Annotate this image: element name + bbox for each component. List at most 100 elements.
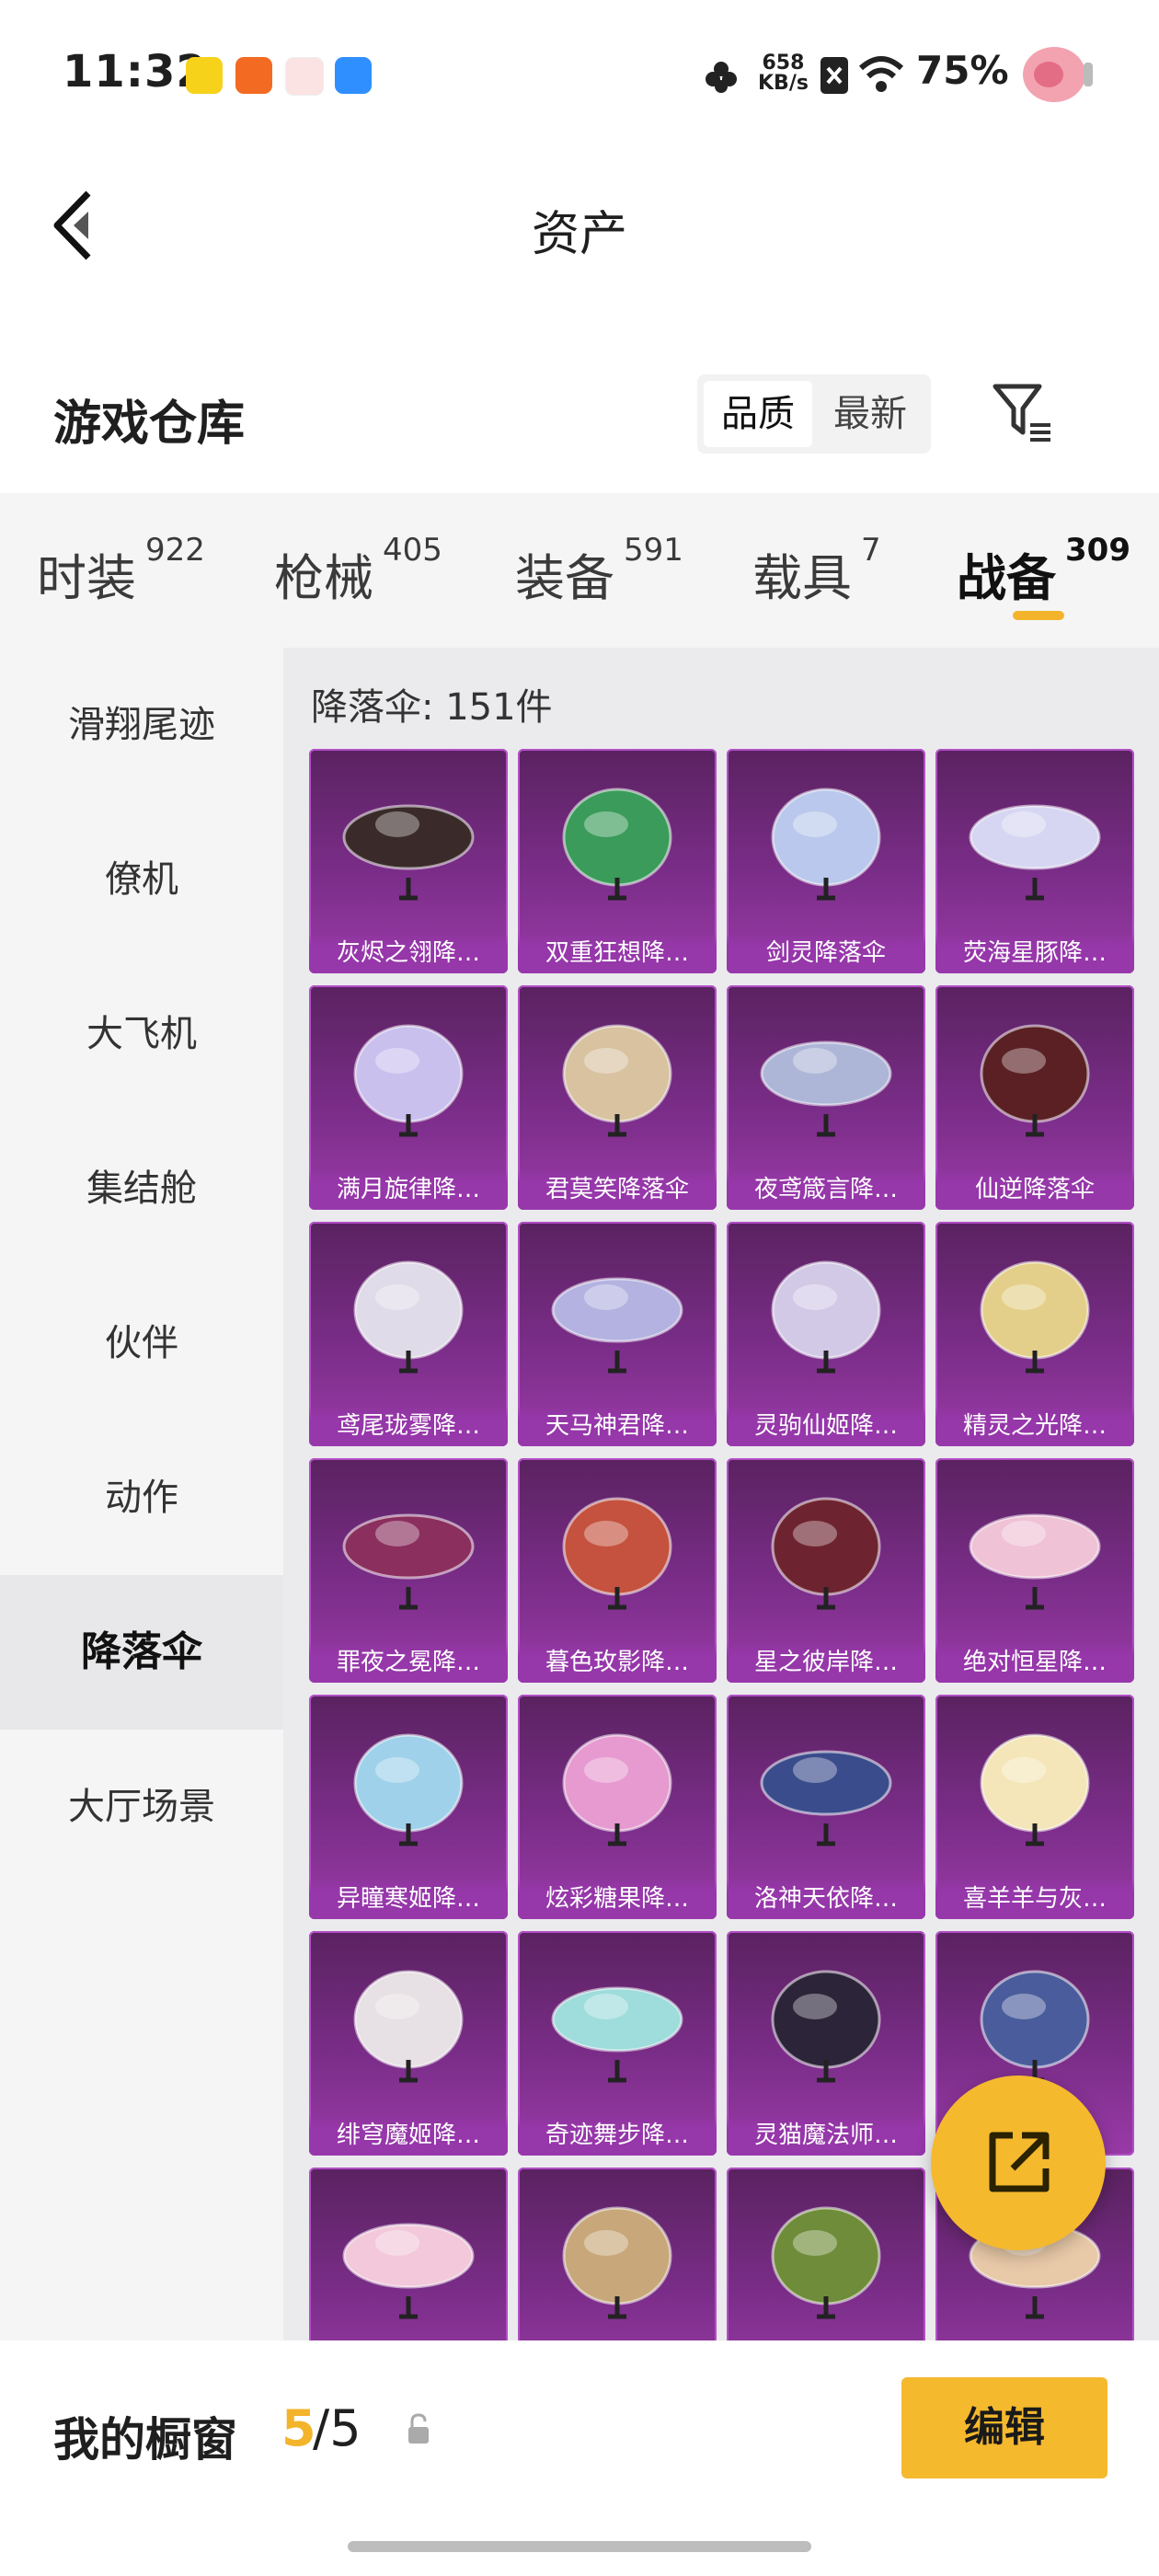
sidebar-item-parachute[interactable]: 降落伞 <box>0 1575 283 1730</box>
item-count: 降落伞: 151件 <box>311 686 553 729</box>
category-tabs: 时装 922 枪械 405 装备 591 载具 7 战备 309 <box>0 493 1159 648</box>
parachute-card[interactable]: 精灵之光降… <box>935 1222 1134 1446</box>
tab-count: 405 <box>383 532 442 569</box>
parachute-name: 绯穹魔姬降… <box>309 2115 508 2156</box>
network-speed-value: 658 <box>762 52 805 75</box>
parachute-card[interactable]: 绝对恒星降… <box>935 1458 1134 1683</box>
parachute-card[interactable]: 灵猫魔法师… <box>727 1931 925 2156</box>
notification-app-icon <box>335 57 372 94</box>
parachute-image <box>980 1260 1090 1374</box>
parachute-image <box>562 788 672 901</box>
tab-fashion[interactable]: 时装 922 <box>37 532 205 610</box>
parachute-name: 炫彩糖果降… <box>518 1879 717 1919</box>
sidebar-item-emote[interactable]: 动作 <box>0 1420 283 1575</box>
tab-count: 7 <box>861 532 881 569</box>
tab-count: 591 <box>624 532 683 569</box>
sidebar-item-lobby-scene[interactable]: 大厅场景 <box>0 1730 283 1884</box>
parachute-card[interactable] <box>518 2168 717 2340</box>
tab-guns[interactable]: 枪械 405 <box>274 532 442 610</box>
sidebar-item-wingman[interactable]: 僚机 <box>0 802 283 957</box>
tab-count: 309 <box>1065 532 1130 569</box>
parachute-image <box>551 1277 683 1374</box>
parachute-image <box>771 1260 881 1374</box>
parachute-name: 仙逆降落伞 <box>935 1169 1134 1210</box>
parachute-name: 罪夜之冕降… <box>309 1642 508 1683</box>
tab-label: 枪械 <box>274 549 373 607</box>
parachute-name: 星之彼岸降… <box>727 1642 925 1683</box>
no-sim-icon <box>820 57 848 94</box>
parachute-image <box>353 1970 464 2083</box>
parachute-name: 灰烬之翎降… <box>309 933 508 973</box>
filter-icon[interactable] <box>990 379 1054 443</box>
sidebar-item-big-plane[interactable]: 大飞机 <box>0 957 283 1111</box>
sidebar-item-companion[interactable]: 伙伴 <box>0 1266 283 1420</box>
parachute-card[interactable]: 剑灵降落伞 <box>727 749 925 973</box>
parachute-card[interactable] <box>727 2168 925 2340</box>
battery-icon <box>1023 47 1093 102</box>
parachute-image <box>562 1024 672 1137</box>
parachute-card[interactable]: 仙逆降落伞 <box>935 985 1134 1210</box>
parachute-image <box>969 804 1101 901</box>
parachute-image <box>353 1260 464 1374</box>
parachute-card[interactable]: 异瞳寒姬降… <box>309 1695 508 1919</box>
parachute-name: 奇迹舞步降… <box>518 2115 717 2156</box>
parachute-card[interactable]: 双重狂想降… <box>518 749 717 973</box>
parachute-name: 灵猫魔法师… <box>727 2115 925 2156</box>
parachute-card[interactable] <box>309 2168 508 2340</box>
parachute-card[interactable]: 喜羊羊与灰… <box>935 1695 1134 1919</box>
sidebar-item-rally-pod[interactable]: 集结舱 <box>0 1111 283 1266</box>
parachute-name: 天马神君降… <box>518 1406 717 1446</box>
tab-equipment[interactable]: 装备 591 <box>515 532 683 610</box>
tab-vehicles[interactable]: 载具 7 <box>752 532 881 610</box>
parachute-card[interactable]: 奇迹舞步降… <box>518 1931 717 2156</box>
parachute-card[interactable]: 洛神天依降… <box>727 1695 925 1919</box>
parachute-card[interactable]: 满月旋律降… <box>309 985 508 1210</box>
parachute-name: 鸢尾珑雾降… <box>309 1406 508 1446</box>
parachute-image <box>771 788 881 901</box>
warehouse-title: 游戏仓库 <box>53 397 246 452</box>
parachute-name: 喜羊羊与灰… <box>935 1879 1134 1919</box>
edit-button[interactable]: 编辑 <box>901 2377 1107 2478</box>
parachute-card[interactable]: 罪夜之冕降… <box>309 1458 508 1683</box>
parachute-card[interactable]: 君莫笑降落伞 <box>518 985 717 1210</box>
home-indicator[interactable] <box>348 2541 811 2552</box>
share-button[interactable] <box>931 2076 1106 2250</box>
parachute-card[interactable]: 绯穹魔姬降… <box>309 1931 508 2156</box>
parachute-name: 精灵之光降… <box>935 1406 1134 1446</box>
parachute-image <box>353 1024 464 1137</box>
tab-count: 922 <box>145 532 205 569</box>
parachute-card[interactable]: 鸢尾珑雾降… <box>309 1222 508 1446</box>
page-title: 资产 <box>531 207 627 262</box>
parachute-name: 灵驹仙姬降… <box>727 1406 925 1446</box>
sidebar-item-glide-trail[interactable]: 滑翔尾迹 <box>0 648 283 802</box>
sort-toggle: 品质 最新 <box>697 374 931 454</box>
parachute-card[interactable]: 灵驹仙姬降… <box>727 1222 925 1446</box>
parachute-name: 剑灵降落伞 <box>727 933 925 973</box>
tab-battle-prep[interactable]: 战备 309 <box>957 532 1130 610</box>
parachute-name: 洛神天依降… <box>727 1879 925 1919</box>
parachute-name: 荧海星豚降… <box>935 933 1134 973</box>
parachute-name: 夜鸢箴言降… <box>727 1169 925 1210</box>
showcase-title: 我的橱窗 <box>53 2413 237 2467</box>
parachute-card[interactable]: 星之彼岸降… <box>727 1458 925 1683</box>
tab-label: 时装 <box>37 549 136 607</box>
sort-option-latest[interactable]: 最新 <box>816 381 924 447</box>
notification-app-icon <box>285 57 324 96</box>
parachute-card[interactable]: 天马神君降… <box>518 1222 717 1446</box>
parachute-image <box>562 1497 672 1610</box>
parachute-card[interactable]: 荧海星豚降… <box>935 749 1134 973</box>
parachute-image <box>771 1497 881 1610</box>
flower-status-icon <box>706 62 737 93</box>
parachute-image <box>980 1733 1090 1846</box>
sort-option-quality[interactable]: 品质 <box>704 381 812 447</box>
parachute-card[interactable]: 暮色玫影降… <box>518 1458 717 1683</box>
parachute-image <box>980 1970 1090 2083</box>
parachute-card[interactable]: 炫彩糖果降… <box>518 1695 717 1919</box>
sidebar: 滑翔尾迹 僚机 大飞机 集结舱 伙伴 动作 降落伞 大厅场景 <box>0 648 283 2340</box>
showcase-used-count: 5 <box>281 2399 316 2457</box>
parachute-name: 暮色玫影降… <box>518 1642 717 1683</box>
parachute-card[interactable]: 夜鸢箴言降… <box>727 985 925 1210</box>
parachute-image <box>551 1986 683 2083</box>
parachute-image <box>562 1733 672 1846</box>
parachute-card[interactable]: 灰烬之翎降… <box>309 749 508 973</box>
